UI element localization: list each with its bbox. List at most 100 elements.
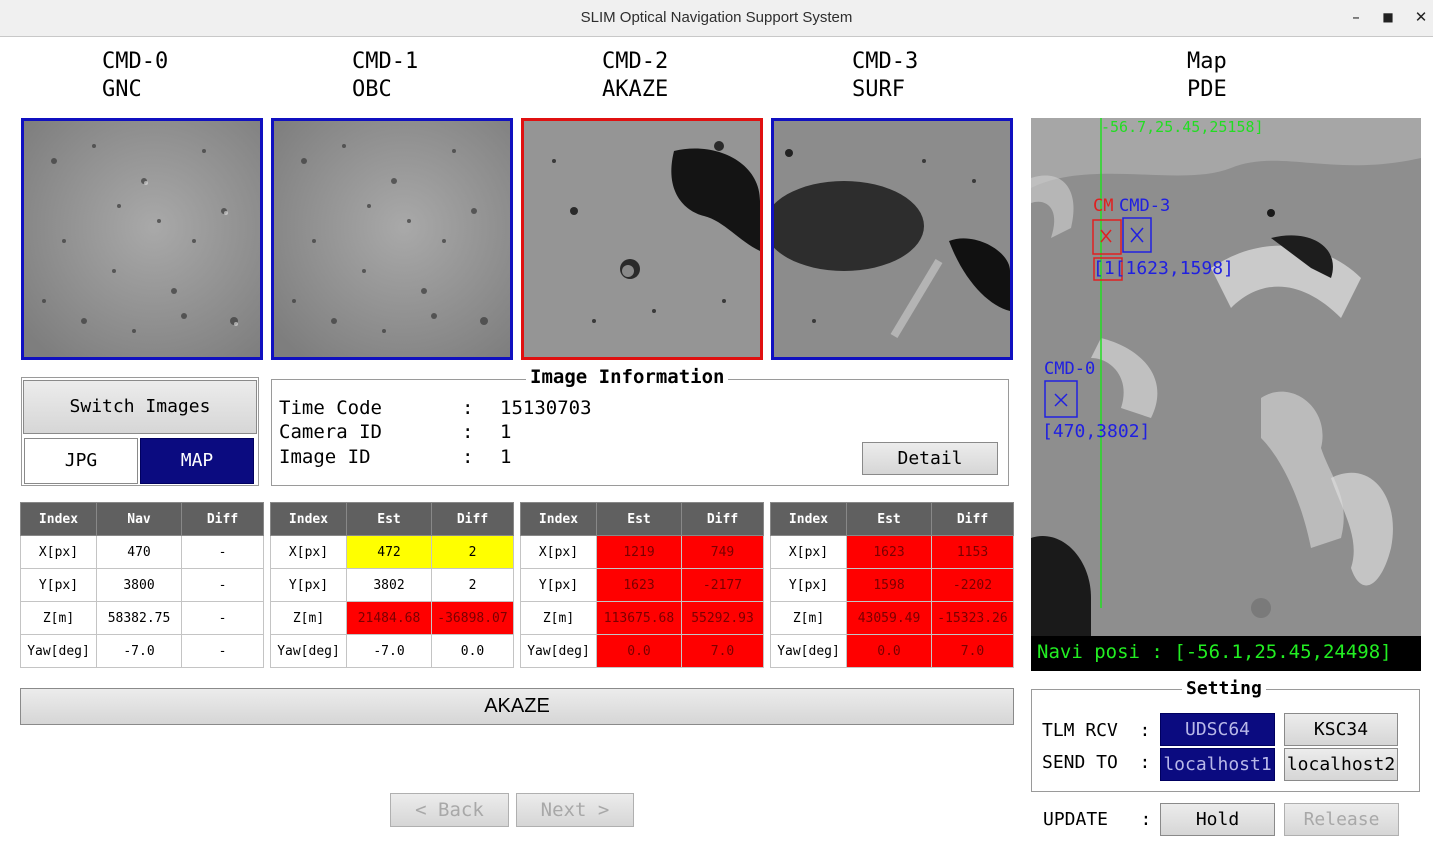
hold-button[interactable]: Hold (1160, 803, 1275, 836)
image-frame-cmd1[interactable] (271, 118, 513, 360)
maximize-icon[interactable]: ■ (1378, 10, 1398, 24)
table-row: X[px] 1623 1153 (770, 535, 1014, 569)
table-cell: 1623 (596, 568, 682, 602)
send-localhost2-button[interactable]: localhost2 (1284, 748, 1398, 781)
table-cell: 58382.75 (96, 601, 182, 635)
table-row: X[px] 472 2 (270, 535, 514, 569)
table-cell: 472 (346, 535, 432, 569)
table-cell: Yaw[deg] (520, 634, 597, 668)
column-header-map: Map PDE (1187, 48, 1227, 104)
column-cmd-label: CMD-1 (352, 49, 419, 74)
table-row: Y[px] 3802 2 (270, 568, 514, 602)
map-toggle-button[interactable]: MAP (140, 438, 254, 484)
back-button[interactable]: < Back (390, 793, 509, 827)
table-cell: 1598 (846, 568, 932, 602)
image-frame-cmd2[interactable] (521, 118, 763, 360)
info-separator: : (462, 397, 474, 419)
lunar-image (24, 121, 260, 357)
table-cell: 55292.93 (681, 601, 764, 635)
table-header: Diff (181, 502, 264, 536)
table-header: Diff (681, 502, 764, 536)
method-selector-button[interactable]: AKAZE (20, 688, 1014, 725)
map-panel: -56.7,25.45,25158] CM CMD-3 [1[1623,1598… (1031, 118, 1421, 671)
table-row: Z[m] 43059.49 -15323.26 (770, 601, 1014, 635)
map-image[interactable]: -56.7,25.45,25158] CM CMD-3 [1[1623,1598… (1031, 118, 1421, 636)
switch-images-button[interactable]: Switch Images (23, 380, 257, 434)
table-row: Y[px] 3800- (20, 568, 264, 602)
tlm-rcv-label: TLM RCV : (1042, 720, 1151, 741)
table-cell: - (181, 601, 264, 635)
nav-table-cmd0: Index Nav Diff X[px] 470- Y[px] 3800- Z[m] 58… (20, 502, 264, 668)
column-cmd-label: Map (1187, 49, 1227, 74)
send-localhost1-button[interactable]: localhost1 (1160, 748, 1275, 781)
table-cell: - (181, 568, 264, 602)
table-row: X[px] 1219 749 (520, 535, 764, 569)
table-header: Est (846, 502, 932, 536)
info-label-time-code: Time Code (279, 397, 382, 419)
table-cell: -7.0 (96, 634, 182, 668)
map-cmd3-label: CMD-3 (1119, 196, 1171, 216)
table-row: Y[px] 1598 -2202 (770, 568, 1014, 602)
jpg-toggle-button[interactable]: JPG (24, 438, 138, 484)
table-cell: 0.0 (596, 634, 682, 668)
table-row: Y[px] 1623 -2177 (520, 568, 764, 602)
table-cell: Yaw[deg] (20, 634, 97, 668)
table-cell: 1219 (596, 535, 682, 569)
column-cmd-label: CMD-0 (102, 49, 169, 74)
table-cell: 3802 (346, 568, 432, 602)
image-frame-cmd0[interactable] (21, 118, 263, 360)
map-cmd0-coords-label: [470,3802] (1042, 421, 1151, 442)
table-cell: 3800 (96, 568, 182, 602)
table-cell: Y[px] (770, 568, 847, 602)
release-button[interactable]: Release (1284, 803, 1399, 836)
table-row: X[px] 470- (20, 535, 264, 569)
map-top-label: -56.7,25.45,25158] (1101, 118, 1264, 136)
table-cell: X[px] (520, 535, 597, 569)
column-cmd-label: CMD-3 (852, 49, 919, 74)
table-cell: Yaw[deg] (270, 634, 347, 668)
table-cell: Z[m] (270, 601, 347, 635)
table-header: Nav (96, 502, 182, 536)
table-cell: 113675.68 (596, 601, 682, 635)
table-header: Diff (431, 502, 514, 536)
image-frame-cmd3[interactable] (771, 118, 1013, 360)
column-header-cmd0: CMD-0 GNC (102, 48, 168, 104)
table-header: Index (520, 502, 597, 536)
table-cell: Y[px] (270, 568, 347, 602)
tlm-ksc34-button[interactable]: KSC34 (1284, 713, 1398, 746)
table-cell: 470 (96, 535, 182, 569)
table-header: Index (270, 502, 347, 536)
close-icon[interactable]: ✕ (1411, 8, 1431, 26)
send-to-label: SEND TO : (1042, 752, 1151, 773)
table-cell: Y[px] (520, 568, 597, 602)
column-cmd-label: CMD-2 (602, 49, 669, 74)
table-cell: 2 (431, 568, 514, 602)
column-name-label: AKAZE (602, 77, 669, 102)
setting-title: Setting (1182, 678, 1266, 699)
column-header-cmd1: CMD-1 OBC (352, 48, 418, 104)
table-header: Diff (931, 502, 1014, 536)
table-cell: Z[m] (20, 601, 97, 635)
info-label-camera-id: Camera ID (279, 421, 382, 443)
minimize-icon[interactable]: – (1346, 8, 1366, 26)
table-header: Index (770, 502, 847, 536)
lunar-image (524, 121, 760, 357)
tlm-udsc64-button[interactable]: UDSC64 (1160, 713, 1275, 746)
table-cell: 0.0 (431, 634, 514, 668)
detail-button[interactable]: Detail (862, 442, 998, 475)
next-button[interactable]: Next > (516, 793, 634, 827)
table-row: Yaw[deg] -7.0- (20, 634, 264, 668)
table-cell: 1153 (931, 535, 1014, 569)
table-cell: X[px] (270, 535, 347, 569)
est-table-cmd3: Index Est Diff X[px] 1623 1153 Y[px] 1598 -220… (770, 502, 1014, 668)
lunar-image (774, 121, 1010, 357)
table-row: Z[m] 21484.68 -36898.07 (270, 601, 514, 635)
table-row: Yaw[deg] 0.0 7.0 (520, 634, 764, 668)
lunar-image (274, 121, 510, 357)
column-name-label: OBC (352, 77, 392, 102)
table-row: Z[m] 58382.75- (20, 601, 264, 635)
table-header: Est (346, 502, 432, 536)
map-cmd0-label: CMD-0 (1044, 359, 1096, 379)
info-label-image-id: Image ID (279, 446, 371, 468)
table-header: Est (596, 502, 682, 536)
